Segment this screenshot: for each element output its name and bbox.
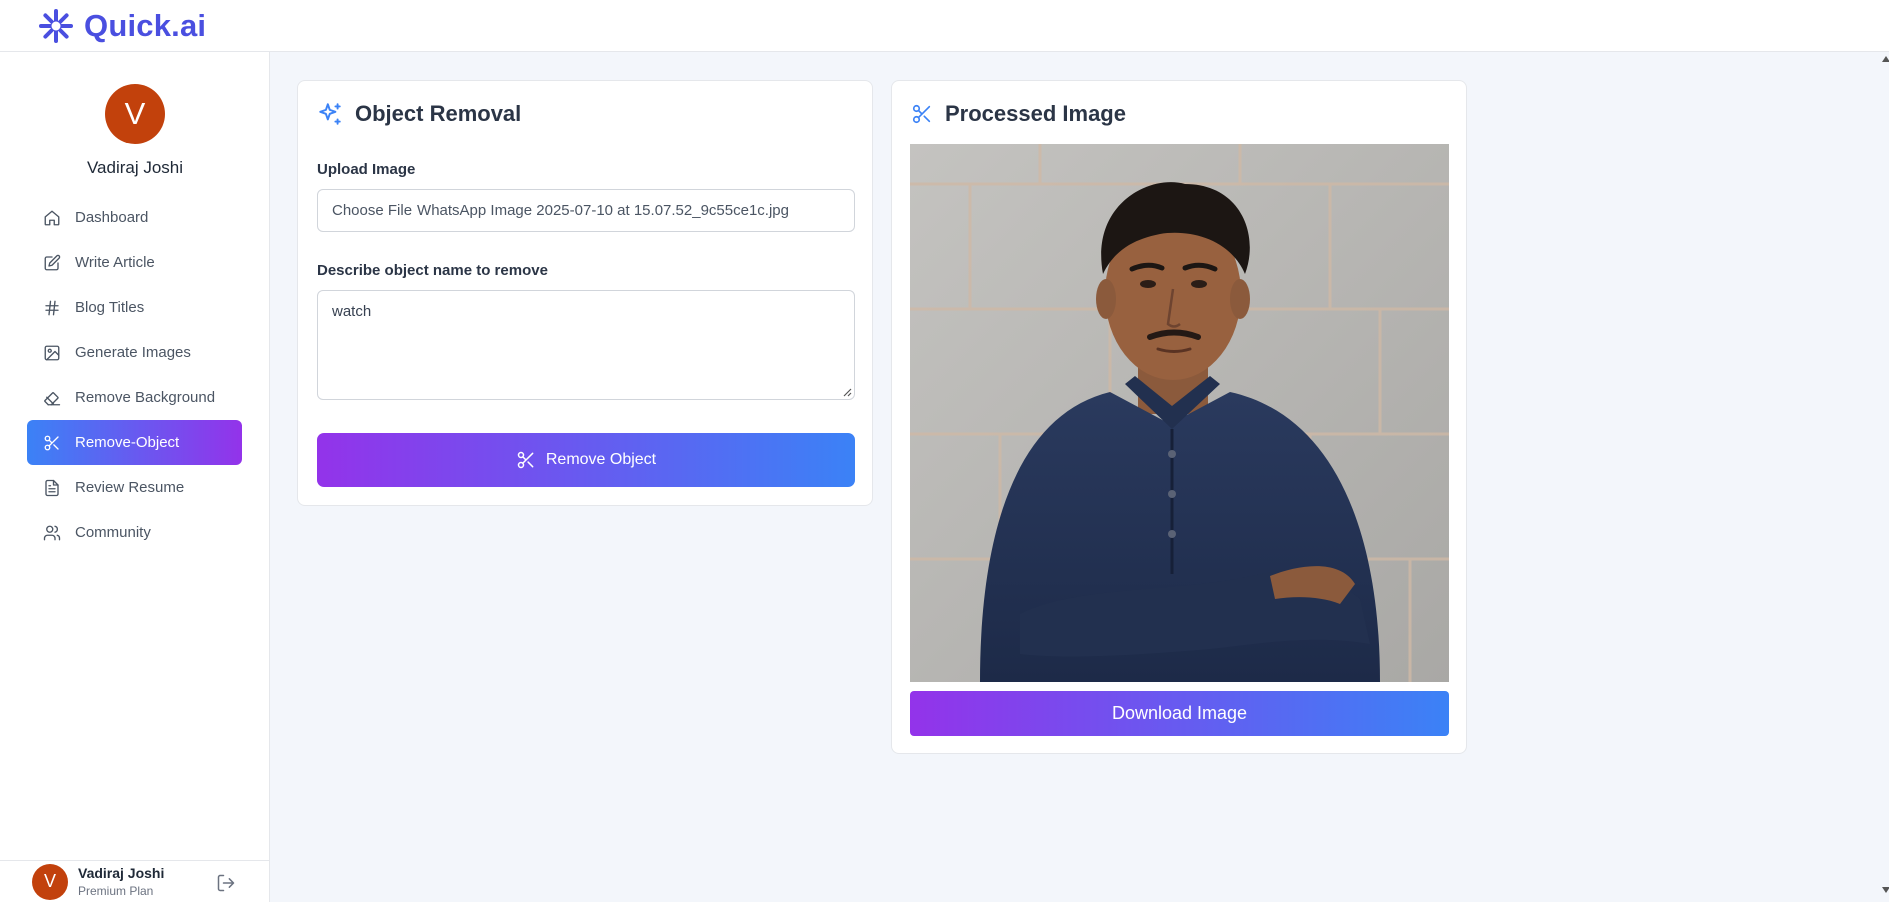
upload-image-label: Upload Image bbox=[317, 161, 416, 178]
sidebar-item-label: Review Resume bbox=[75, 479, 185, 496]
file-input[interactable]: Choose File WhatsApp Image 2025-07-10 at… bbox=[317, 189, 855, 232]
scroll-down-arrow-icon[interactable] bbox=[1882, 887, 1889, 893]
edit-icon bbox=[44, 254, 61, 270]
sidebar-item-label: Dashboard bbox=[75, 209, 149, 226]
scissors-icon bbox=[44, 435, 59, 450]
avatar[interactable]: V bbox=[105, 84, 165, 144]
card-title: Object Removal bbox=[355, 101, 522, 126]
object-removal-header: Object Removal bbox=[317, 101, 521, 127]
describe-object-label: Describe object name to remove bbox=[317, 262, 548, 279]
logo-icon bbox=[39, 8, 73, 43]
object-description-input[interactable]: watch bbox=[317, 290, 855, 400]
hash-icon bbox=[45, 300, 59, 315]
home-icon bbox=[44, 210, 60, 225]
sidebar-item-remove-background[interactable]: Remove Background bbox=[27, 375, 242, 420]
choose-file-button[interactable]: Choose File bbox=[332, 202, 412, 219]
image-icon bbox=[44, 345, 60, 360]
resize-handle-icon[interactable] bbox=[842, 387, 852, 397]
sidebar-item-review-resume[interactable]: Review Resume bbox=[27, 465, 242, 510]
sidebar-item-community[interactable]: Community bbox=[27, 510, 242, 555]
object-removal-card: Object Removal Upload Image Choose File … bbox=[297, 80, 873, 506]
sidebar-item-label: Write Article bbox=[75, 254, 155, 271]
sidebar-item-blog-titles[interactable]: Blog Titles bbox=[27, 285, 242, 330]
sidebar-item-label: Generate Images bbox=[75, 344, 191, 361]
file-text-icon bbox=[45, 479, 59, 496]
remove-object-button[interactable]: Remove Object bbox=[317, 433, 855, 487]
processed-image-card: Processed Image Download Image bbox=[891, 80, 1467, 754]
scroll-up-arrow-icon[interactable] bbox=[1882, 56, 1889, 62]
sidebar-item-write-article[interactable]: Write Article bbox=[27, 240, 242, 285]
sidebar-item-label: Remove Background bbox=[75, 389, 216, 406]
user-info: Vadiraj Joshi Premium Plan bbox=[78, 865, 164, 898]
sidebar-item-generate-images[interactable]: Generate Images bbox=[27, 330, 242, 375]
user-plan: Premium Plan bbox=[78, 883, 154, 898]
sidebar-item-dashboard[interactable]: Dashboard bbox=[27, 195, 242, 240]
portrait-photo bbox=[910, 144, 1449, 682]
eraser-icon bbox=[44, 391, 61, 405]
processed-image bbox=[910, 144, 1449, 682]
sidebar-profile: V Vadiraj Joshi bbox=[0, 84, 270, 178]
processed-image-header: Processed Image bbox=[911, 101, 1126, 127]
logout-button[interactable] bbox=[216, 873, 236, 893]
logout-icon bbox=[217, 874, 235, 892]
scissors-icon bbox=[517, 451, 534, 469]
button-label: Remove Object bbox=[545, 451, 657, 468]
sidebar: V Vadiraj Joshi Dashboard Write Article … bbox=[0, 52, 270, 902]
top-bar: Quick.ai bbox=[0, 0, 1889, 52]
sparkles-icon bbox=[319, 103, 341, 125]
user-name: Vadiraj Joshi bbox=[78, 864, 165, 881]
user-footer: V Vadiraj Joshi Premium Plan bbox=[0, 860, 270, 902]
sidebar-nav: Dashboard Write Article Blog Titles Gene… bbox=[27, 195, 242, 555]
app-name: Quick.ai bbox=[84, 7, 207, 43]
sidebar-item-remove-object[interactable]: Remove-Object bbox=[27, 420, 242, 465]
sidebar-item-label: Remove-Object bbox=[75, 434, 180, 451]
sidebar-item-label: Community bbox=[75, 524, 151, 541]
avatar[interactable]: V bbox=[32, 863, 68, 900]
sidebar-item-label: Blog Titles bbox=[75, 299, 145, 316]
card-title: Processed Image bbox=[945, 101, 1126, 126]
users-icon bbox=[43, 525, 61, 540]
profile-name: Vadiraj Joshi bbox=[86, 158, 184, 177]
scissors-icon bbox=[912, 104, 931, 124]
file-name: WhatsApp Image 2025-07-10 at 15.07.52_9c… bbox=[417, 202, 789, 219]
download-image-button[interactable]: Download Image bbox=[910, 691, 1449, 736]
app-logo[interactable]: Quick.ai bbox=[36, 8, 206, 44]
